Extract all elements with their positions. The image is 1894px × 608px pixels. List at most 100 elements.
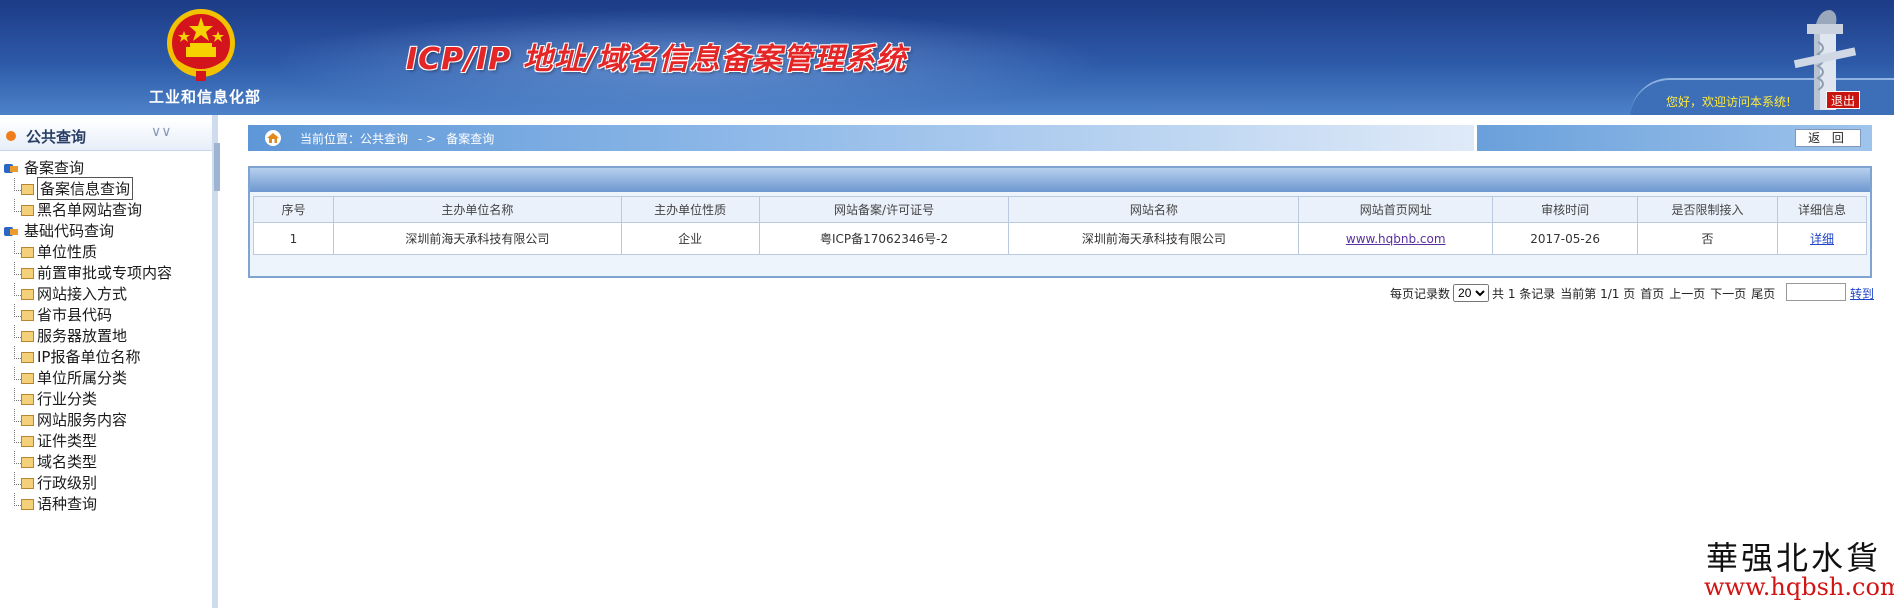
document-icon [14, 240, 34, 259]
breadcrumb-label: 当前位置： [300, 132, 361, 146]
sidebar-item-server-location[interactable]: 服务器放置地 [0, 324, 212, 346]
document-icon [14, 177, 34, 196]
table-header-row: 序号 主办单位名称 主办单位性质 网站备案/许可证号 网站名称 网站首页网址 审… [253, 196, 1868, 223]
sidebar-item-id-type[interactable]: 证件类型 [0, 429, 212, 451]
document-icon [14, 408, 34, 427]
total-records: 共 1 条记录 [1492, 286, 1556, 301]
sidebar-item-service-content[interactable]: 网站服务内容 [0, 408, 212, 430]
sidebar-item-label: 语种查询 [37, 495, 98, 513]
back-button[interactable]: 返 回 [1795, 129, 1861, 147]
current-page: 当前第 1/1 页 [1560, 286, 1636, 301]
sidebar-title: 公共查询 [26, 128, 87, 146]
tree-group-label: 基础代码查询 [24, 222, 115, 240]
national-emblem-icon [167, 9, 235, 81]
back-bar: 返 回 [1477, 125, 1872, 151]
logout-button[interactable]: 退出 [1826, 91, 1860, 109]
breadcrumb-path-2: 备案查询 [446, 132, 495, 146]
home-url-link[interactable]: www.hqbnb.com [1346, 232, 1446, 246]
breadcrumb: 当前位置：公共查询 - > 备案查询 [248, 125, 1474, 151]
col-header-home-url: 网站首页网址 [1298, 196, 1494, 223]
double-chevron-down-icon[interactable]: ∨∨ [151, 124, 172, 140]
sidebar-item-pre-approval[interactable]: 前置审批或专项内容 [0, 261, 212, 283]
results-table: 序号 主办单位名称 主办单位性质 网站备案/许可证号 网站名称 网站首页网址 审… [253, 196, 1868, 255]
cell-index: 1 [253, 222, 334, 255]
tree-group-filing-query[interactable]: 备案查询 [0, 157, 212, 178]
sidebar-item-label: 证件类型 [37, 432, 98, 450]
col-header-sponsor-nature: 主办单位性质 [620, 196, 760, 223]
cell-sponsor-name: 深圳前海天承科技有限公司 [332, 222, 622, 255]
document-icon [14, 282, 34, 301]
first-page-link[interactable]: 首页 [1640, 285, 1664, 302]
header-banner: 工业和信息化部 ICP/IP 地址/域名信息备案管理系统 您好，欢迎访问本系统!… [0, 0, 1894, 115]
col-header-restricted: 是否限制接入 [1637, 196, 1778, 223]
prev-page-link[interactable]: 上一页 [1669, 285, 1705, 302]
col-header-index: 序号 [253, 196, 334, 223]
document-icon [14, 492, 34, 511]
sidebar-item-language[interactable]: 语种查询 [0, 492, 212, 514]
sidebar-tree: 备案查询 备案信息查询 黑名单网站查询 基础代码查询 单位性质 前置审批或专项内… [0, 157, 212, 514]
cell-license-no: 粤ICP备17062346号-2 [758, 222, 1010, 255]
col-header-sponsor-name: 主办单位名称 [332, 196, 622, 223]
sidebar-item-label: IP报备单位名称 [37, 348, 141, 366]
pagination: 每页记录数 20 共 1 条记录 当前第 1/1 页 首页 上一页 下一页 尾页 [1390, 282, 1775, 304]
details-link[interactable]: 详细 [1810, 232, 1834, 246]
sidebar-scrollbar[interactable] [214, 143, 220, 191]
system-title: ICP/IP 地址/域名信息备案管理系统 [406, 42, 907, 77]
sidebar-item-admin-level[interactable]: 行政级别 [0, 471, 212, 493]
cell-restricted: 否 [1637, 222, 1778, 255]
sidebar-item-label: 网站接入方式 [37, 285, 128, 303]
document-icon [14, 345, 34, 364]
sidebar-item-domain-type[interactable]: 域名类型 [0, 450, 212, 472]
goto-page-input[interactable] [1786, 283, 1846, 301]
sidebar-item-label: 黑名单网站查询 [37, 201, 143, 219]
sidebar-item-industry[interactable]: 行业分类 [0, 387, 212, 409]
document-icon [14, 450, 34, 469]
sidebar-item-filing-info-query[interactable]: 备案信息查询 [0, 177, 212, 200]
watermark-url: www.hqbsh.com [1704, 573, 1894, 601]
results-panel: 序号 主办单位名称 主办单位性质 网站备案/许可证号 网站名称 网站首页网址 审… [248, 166, 1872, 278]
sidebar-item-ip-unit-name[interactable]: IP报备单位名称 [0, 345, 212, 367]
sidebar-header[interactable]: 公共查询 ∨∨ [0, 119, 212, 151]
sidebar-item-label: 单位所属分类 [37, 369, 128, 387]
sidebar-item-access-method[interactable]: 网站接入方式 [0, 282, 212, 304]
breadcrumb-path-1[interactable]: 公共查询 [360, 132, 408, 146]
panel-header [250, 168, 1870, 192]
home-icon [265, 130, 281, 146]
welcome-text: 您好，欢迎访问本系统! [1666, 95, 1791, 109]
col-header-details: 详细信息 [1776, 196, 1868, 223]
cell-home-url: www.hqbnb.com [1298, 222, 1494, 255]
sidebar-item-blacklist-query[interactable]: 黑名单网站查询 [0, 198, 212, 220]
sidebar-item-region-code[interactable]: 省市县代码 [0, 303, 212, 325]
document-icon [14, 198, 34, 217]
breadcrumb-separator: - > [418, 132, 437, 146]
document-icon [14, 366, 34, 385]
document-icon [14, 261, 34, 280]
last-page-link[interactable]: 尾页 [1751, 285, 1775, 302]
per-page-label: 每页记录数 [1390, 286, 1451, 301]
col-header-site-name: 网站名称 [1008, 196, 1300, 223]
sidebar-item-label: 前置审批或专项内容 [37, 264, 173, 282]
goto-page-link[interactable]: 转到 [1850, 285, 1874, 302]
next-page-link[interactable]: 下一页 [1710, 285, 1746, 302]
tree-group-label: 备案查询 [24, 159, 85, 177]
sidebar-item-label: 单位性质 [37, 243, 98, 261]
document-icon [14, 303, 34, 322]
cell-site-name: 深圳前海天承科技有限公司 [1008, 222, 1300, 255]
cell-sponsor-nature: 企业 [620, 222, 760, 255]
sidebar-item-unit-nature[interactable]: 单位性质 [0, 240, 212, 262]
tree-group-basic-code-query[interactable]: 基础代码查询 [0, 220, 212, 241]
sidebar-item-label: 行业分类 [37, 390, 98, 408]
document-icon [14, 429, 34, 448]
orange-dot-icon [6, 131, 16, 141]
cell-details: 详细 [1776, 222, 1868, 255]
document-icon [14, 387, 34, 406]
sidebar-item-label: 备案信息查询 [37, 177, 134, 200]
cell-review-time: 2017-05-26 [1492, 222, 1639, 255]
sidebar-item-label: 服务器放置地 [37, 327, 128, 345]
sidebar-item-label: 省市县代码 [37, 306, 113, 324]
folder-group-icon [4, 162, 20, 174]
sidebar-item-unit-category[interactable]: 单位所属分类 [0, 366, 212, 388]
per-page-select[interactable]: 20 [1453, 284, 1490, 302]
sidebar-item-label: 行政级别 [37, 474, 98, 492]
col-header-review-time: 审核时间 [1492, 196, 1639, 223]
